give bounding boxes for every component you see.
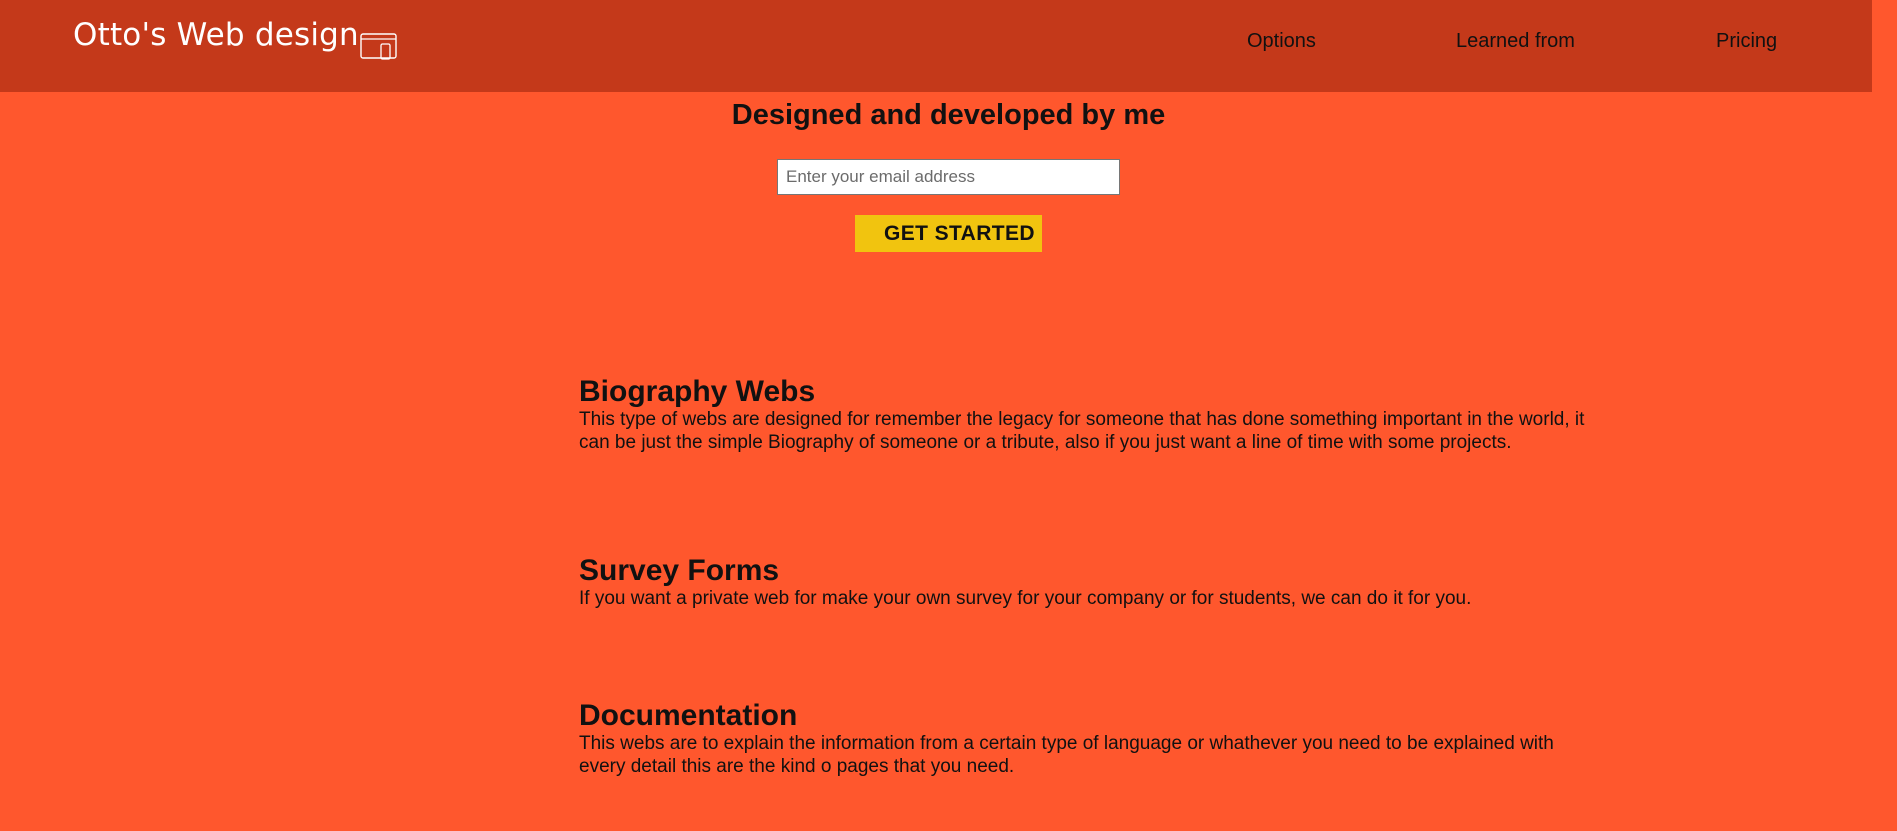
section-description: If you want a private web for make your … bbox=[579, 588, 1472, 609]
brand-logo[interactable]: Otto's Web design bbox=[73, 17, 398, 60]
section-title: Biography Webs bbox=[579, 375, 816, 408]
section-description: This type of webs are designed for remem… bbox=[579, 409, 1585, 453]
site-header: Otto's Web design Options Learned from P… bbox=[0, 0, 1872, 92]
nav-link-learned-from[interactable]: Learned from bbox=[1456, 30, 1575, 53]
brand-name: Otto's Web design bbox=[73, 17, 359, 53]
section-title: Documentation bbox=[579, 699, 798, 732]
section-documentation: Documentation This webs are to explain t… bbox=[579, 699, 1589, 778]
nav-link-options[interactable]: Options bbox=[1247, 30, 1316, 53]
email-input[interactable] bbox=[777, 159, 1120, 195]
section-description: This webs are to explain the information… bbox=[579, 733, 1554, 777]
section-biography-webs: Biography Webs This type of webs are des… bbox=[579, 375, 1589, 454]
get-started-button[interactable]: GET STARTED bbox=[855, 215, 1042, 252]
responsive-devices-icon bbox=[360, 33, 397, 60]
section-title: Survey Forms bbox=[579, 554, 780, 587]
nav-link-pricing[interactable]: Pricing bbox=[1716, 30, 1777, 53]
hero-title: Designed and developed by me bbox=[731, 99, 1166, 131]
section-survey-forms: Survey Forms If you want a private web f… bbox=[579, 554, 1589, 610]
